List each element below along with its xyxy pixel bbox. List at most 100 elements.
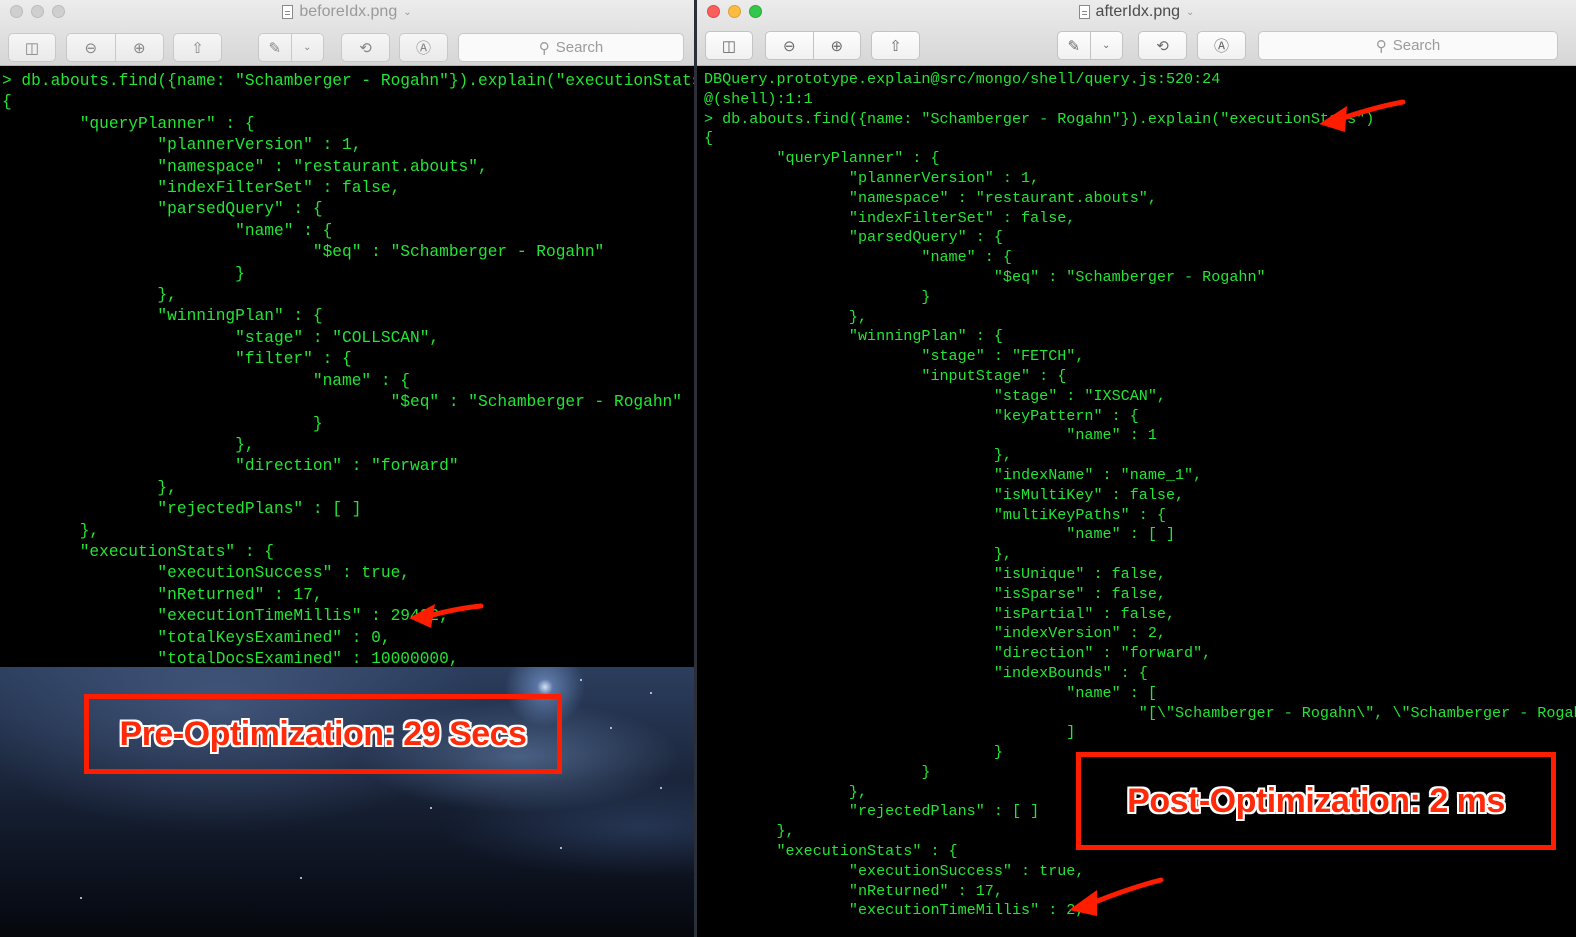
- window-title-text: beforeIdx.png: [299, 3, 398, 20]
- terminal-line: "indexFilterSet" : false,: [704, 208, 1076, 227]
- terminal-line: },: [2, 521, 100, 540]
- zoom-controls: ⊖ ⊕: [765, 31, 861, 60]
- search-placeholder: Search: [555, 39, 604, 56]
- markup-toolbar-button[interactable]: ✎ ⌄: [258, 33, 324, 62]
- terminal-line: "inputStage" : {: [704, 366, 1067, 385]
- terminal-line: },: [2, 286, 177, 305]
- terminal-line: "plannerVersion" : 1,: [2, 136, 362, 155]
- terminal-line: "executionStats" : {: [2, 542, 274, 561]
- terminal-line: "isUnique" : false,: [704, 564, 1166, 583]
- search-icon: ⚲: [1375, 37, 1387, 55]
- terminal-line: "$eq" : "Schamberger - Rogahn": [2, 393, 682, 412]
- terminal-line: "executionSuccess" : true,: [2, 564, 410, 583]
- zoom-in-button[interactable]: ⊕: [812, 32, 861, 59]
- markup-toolbar-button[interactable]: ✎ ⌄: [1057, 31, 1123, 60]
- terminal-line: "isSparse" : false,: [704, 584, 1166, 603]
- terminal-line: "indexName" : "name_1",: [704, 465, 1203, 484]
- chevron-down-icon: ⌄: [1186, 6, 1195, 18]
- search-icon: ⚲: [538, 39, 550, 57]
- pre-optimization-label: Pre-Optimization: 29 Secs: [119, 714, 527, 753]
- image-file-icon: [1078, 5, 1090, 19]
- share-button[interactable]: ⇧: [871, 31, 920, 60]
- terminal-line: > db.abouts.find({name: "Schamberger - R…: [704, 109, 1375, 128]
- terminal-line: "stage" : "FETCH",: [704, 347, 1085, 366]
- terminal-line: "plannerVersion" : 1,: [704, 168, 1040, 187]
- sidebar-icon: ◫: [24, 39, 40, 57]
- search-input[interactable]: ⚲ Search: [1258, 31, 1558, 60]
- terminal-line: "[\"Schamberger - Rogahn\", \"Schamberge…: [704, 703, 1576, 722]
- post-optimization-callout: Post-Optimization: 2 ms: [1076, 752, 1556, 850]
- arrow-icon: [409, 603, 484, 628]
- terminal-line: "namespace" : "restaurant.abouts",: [2, 157, 488, 176]
- terminal-line: "parsedQuery" : {: [2, 200, 323, 219]
- rotate-button[interactable]: ⟲: [341, 33, 390, 62]
- rotate-icon: ⟲: [1156, 37, 1169, 55]
- terminal-line: "stage" : "IXSCAN",: [704, 386, 1166, 405]
- terminal-line: "direction" : "forward",: [704, 644, 1212, 663]
- after-index-window: afterIdx.png ⌄ ◫ ⊖ ⊕ ⇧ ✎ ⌄ ⟲ Ⓐ ⚲ Search …: [697, 0, 1576, 937]
- terminal-line: "isPartial" : false,: [704, 604, 1176, 623]
- markup-icon: Ⓐ: [415, 40, 431, 57]
- terminal-line: "name" : [: [704, 683, 1157, 702]
- terminal-line: "multiKeyPaths" : {: [704, 505, 1166, 524]
- arrow-icon: [1069, 877, 1164, 916]
- terminal-line: }: [2, 414, 323, 433]
- zoom-out-button[interactable]: ⊖: [766, 32, 813, 59]
- terminal-line: > db.abouts.find({name: "Schamberger - R…: [2, 72, 694, 90]
- markup-icon: Ⓐ: [1213, 38, 1229, 55]
- zoom-out-button[interactable]: ⊖: [67, 34, 115, 61]
- window-title[interactable]: afterIdx.png ⌄: [697, 3, 1576, 21]
- rotate-button[interactable]: ⟲: [1138, 31, 1187, 60]
- terminal-line: "isMultiKey" : false,: [704, 485, 1185, 504]
- terminal-line: "name" : 1: [704, 426, 1157, 445]
- terminal-line: "totalKeysExamined" : 0,: [2, 628, 391, 647]
- annotate-button[interactable]: Ⓐ: [399, 33, 448, 62]
- terminal-line: "filter" : {: [2, 350, 352, 369]
- sidebar-toggle-button[interactable]: ◫: [8, 33, 56, 62]
- window-titlebar: afterIdx.png ⌄ ◫ ⊖ ⊕ ⇧ ✎ ⌄ ⟲ Ⓐ ⚲ Search: [697, 0, 1576, 66]
- terminal-line: "queryPlanner" : {: [704, 149, 940, 168]
- chevron-down-icon: ⌄: [290, 34, 324, 61]
- terminal-line: "namespace" : "restaurant.abouts",: [704, 188, 1157, 207]
- search-input[interactable]: ⚲ Search: [458, 33, 684, 62]
- window-title[interactable]: beforeIdx.png ⌄: [0, 3, 694, 21]
- zoom-in-button[interactable]: ⊕: [114, 34, 164, 61]
- sidebar-icon: ◫: [721, 37, 737, 55]
- sidebar-toggle-button[interactable]: ◫: [705, 31, 753, 60]
- terminal-line: "executionTimeMillis" : 29432,: [2, 607, 449, 626]
- terminal-line: "name" : [ ]: [704, 525, 1176, 544]
- share-icon: ⇧: [889, 37, 902, 55]
- pen-icon: ✎: [268, 39, 282, 57]
- pre-optimization-callout: Pre-Optimization: 29 Secs: [84, 694, 562, 774]
- terminal-line: "parsedQuery" : {: [704, 228, 1003, 247]
- terminal-line: },: [2, 435, 255, 454]
- rotate-icon: ⟲: [359, 39, 372, 57]
- search-placeholder: Search: [1392, 37, 1441, 54]
- terminal-line: "name" : {: [704, 248, 1012, 267]
- chevron-down-icon: ⌄: [1089, 32, 1123, 59]
- terminal-line: }: [704, 287, 931, 306]
- terminal-line: "direction" : "forward": [2, 457, 459, 476]
- terminal-line: },: [704, 446, 1012, 465]
- terminal-line: },: [2, 478, 177, 497]
- chevron-down-icon: ⌄: [403, 6, 412, 18]
- window-titlebar: beforeIdx.png ⌄ ◫ ⊖ ⊕ ⇧ ✎ ⌄ ⟲ Ⓐ ⚲ Search: [0, 0, 694, 66]
- annotate-button[interactable]: Ⓐ: [1197, 31, 1246, 60]
- window-title-text: afterIdx.png: [1095, 3, 1181, 20]
- terminal-line: {: [704, 129, 714, 148]
- terminal-line: "indexFilterSet" : false,: [2, 179, 401, 198]
- zoom-controls: ⊖ ⊕: [66, 33, 164, 62]
- terminal-line: "indexBounds" : {: [704, 663, 1148, 682]
- terminal-line: "stage" : "COLLSCAN",: [2, 328, 440, 347]
- terminal-line: }: [2, 264, 245, 283]
- terminal-line: "$eq" : "Schamberger - Rogahn": [704, 267, 1266, 286]
- pen-icon: ✎: [1067, 37, 1081, 55]
- terminal-line: {: [2, 93, 12, 112]
- terminal-line: "indexVersion" : 2,: [704, 624, 1166, 643]
- share-icon: ⇧: [191, 39, 204, 57]
- arrow-icon: [1319, 99, 1406, 132]
- terminal-line: "winningPlan" : {: [704, 327, 1003, 346]
- share-button[interactable]: ⇧: [173, 33, 222, 62]
- terminal-line: "name" : {: [2, 221, 333, 240]
- terminal-line: "winningPlan" : {: [2, 307, 323, 326]
